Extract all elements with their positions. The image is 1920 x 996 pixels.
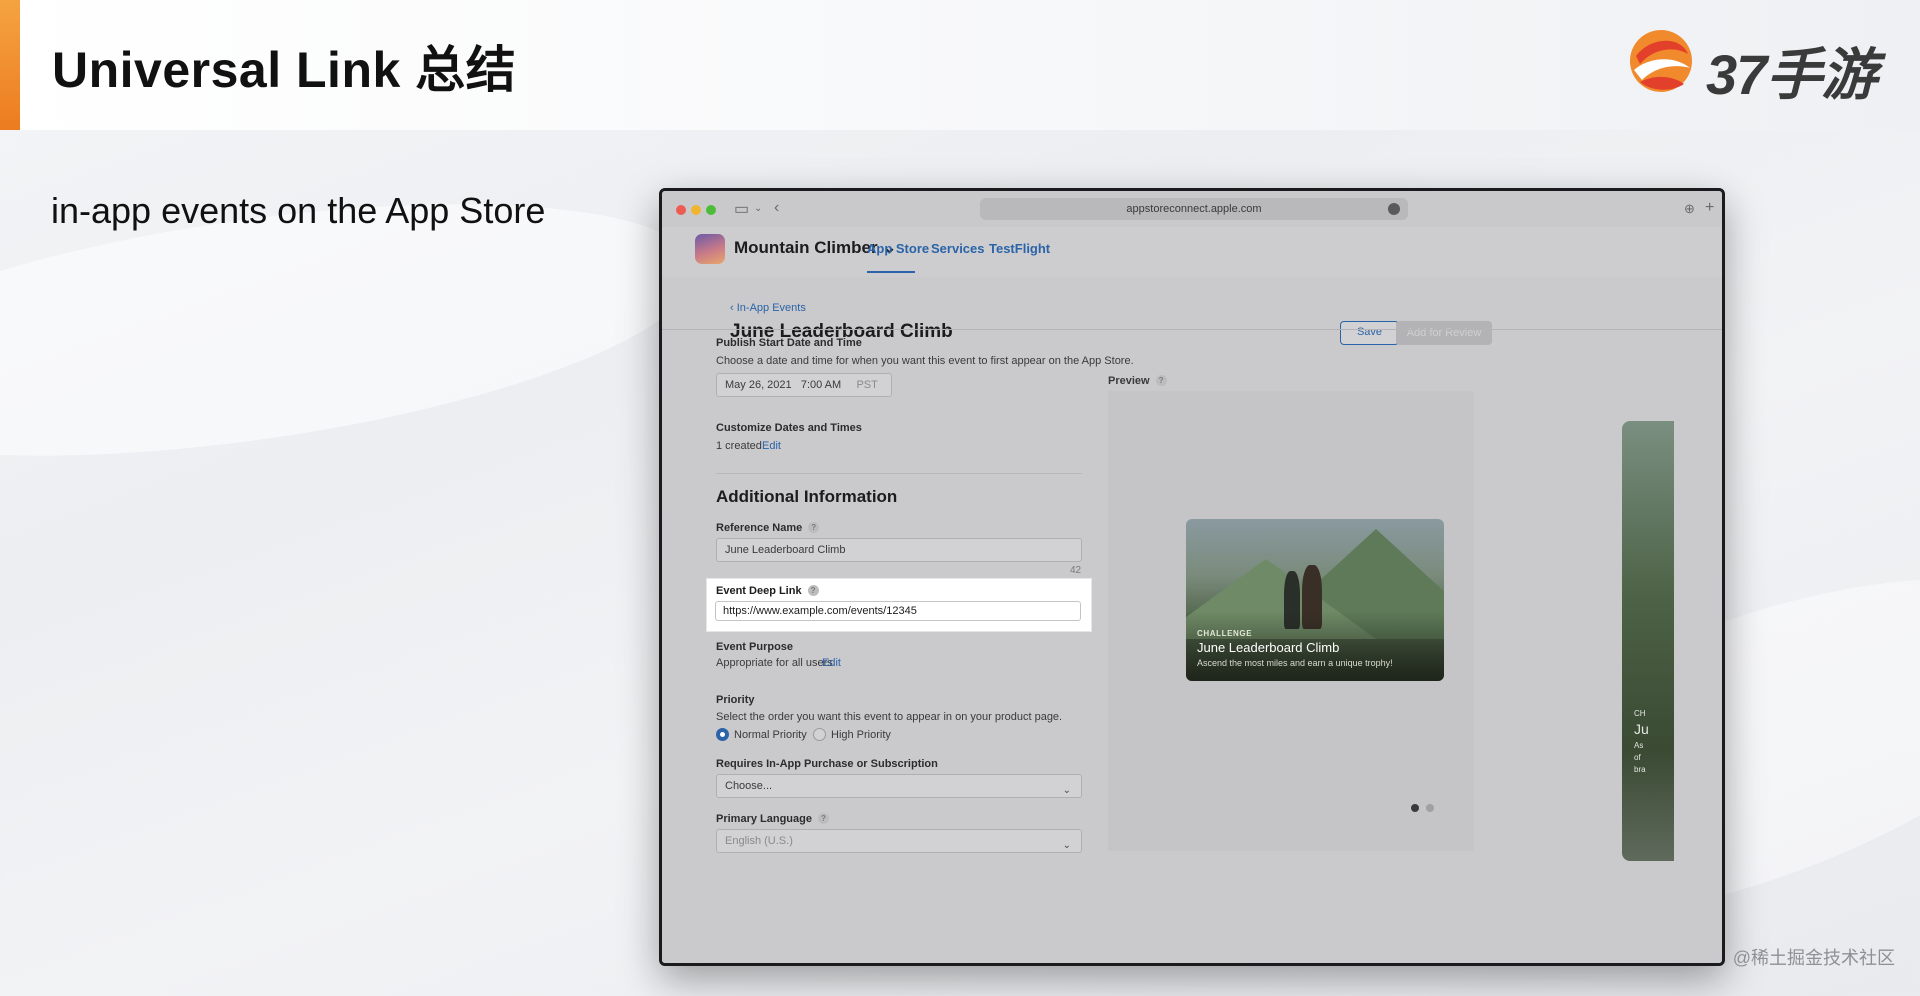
card-description: Ascend the most miles and earn a unique … xyxy=(1197,658,1393,668)
publish-start-label: Publish Start Date and Time xyxy=(716,337,862,349)
help-icon[interactable]: ? xyxy=(808,522,820,533)
publish-date-field[interactable]: May 26, 2021 7:00 AM PST xyxy=(716,373,892,397)
side-card-eyebrow: CH xyxy=(1634,709,1646,718)
primary-language-select[interactable]: English (U.S.) ⌄ xyxy=(716,829,1082,853)
new-tab-icon[interactable]: + xyxy=(1705,199,1714,217)
customize-dates-label: Customize Dates and Times xyxy=(716,422,862,434)
side-card-title: Ju xyxy=(1634,721,1649,737)
priority-description: Select the order you want this event to … xyxy=(716,711,1063,723)
section-divider xyxy=(716,473,1082,474)
event-deep-link-field[interactable]: https://www.example.com/events/12345 xyxy=(715,601,1081,621)
browser-toolbar: ▭ ⌄ ‹ appstoreconnect.apple.com ⊕ + xyxy=(662,191,1722,227)
tab-app-store[interactable]: App Store xyxy=(867,241,929,256)
card-eyebrow: CHALLENGE xyxy=(1197,629,1253,638)
browser-window: ▭ ⌄ ‹ appstoreconnect.apple.com ⊕ + Moun… xyxy=(659,188,1725,966)
chevron-down-icon: ⌄ xyxy=(1062,840,1071,851)
save-button[interactable]: Save xyxy=(1340,321,1399,345)
add-for-review-button[interactable]: Add for Review xyxy=(1396,321,1492,345)
requires-purchase-label: Requires In-App Purchase or Subscription xyxy=(716,758,938,770)
breadcrumb[interactable]: ‹ In-App Events xyxy=(730,302,806,314)
header-divider xyxy=(662,329,1722,330)
more-options-icon[interactable] xyxy=(1388,203,1400,215)
tab-services[interactable]: Services xyxy=(931,241,985,256)
event-card-preview[interactable]: CHALLENGE June Leaderboard Climb Ascend … xyxy=(1186,519,1444,681)
customize-dates-edit-link[interactable]: Edit xyxy=(762,440,781,452)
download-icon[interactable]: ⊕ xyxy=(1684,201,1695,217)
address-bar[interactable]: appstoreconnect.apple.com xyxy=(980,198,1408,220)
priority-label: Priority xyxy=(716,694,755,706)
close-window-button[interactable] xyxy=(676,205,686,215)
brand-logo: 37手游 xyxy=(1626,26,1886,106)
watermark: @稀土掘金技术社区 xyxy=(1732,948,1895,968)
minimize-window-button[interactable] xyxy=(691,205,701,215)
reference-name-field[interactable]: June Leaderboard Climb xyxy=(716,538,1082,562)
sidebar-toggle-icon[interactable]: ▭ xyxy=(734,199,749,219)
side-card-line: As xyxy=(1634,741,1644,750)
help-icon[interactable]: ? xyxy=(817,813,829,824)
chevron-down-icon[interactable]: ⌄ xyxy=(754,203,762,214)
event-purpose-value: Appropriate for all users xyxy=(716,657,833,669)
page-dot-active[interactable] xyxy=(1411,804,1419,812)
slide-subtitle: in-app events on the App Store xyxy=(51,190,546,231)
logo-text: 37手游 xyxy=(1706,43,1877,106)
side-card-line: of xyxy=(1634,753,1641,762)
event-deep-link-label: Event Deep Link? xyxy=(716,585,819,597)
requires-purchase-select[interactable]: Choose... ⌄ xyxy=(716,774,1082,798)
tab-testflight[interactable]: TestFlight xyxy=(989,241,1050,256)
zoom-window-button[interactable] xyxy=(706,205,716,215)
help-icon[interactable]: ? xyxy=(807,585,819,596)
slide-title: Universal Link 总结 xyxy=(52,42,517,98)
page-content: ‹ In-App Events June Leaderboard Climb S… xyxy=(662,277,1722,963)
preview-label: Preview? xyxy=(1108,375,1167,387)
side-card-line: bra xyxy=(1634,765,1646,774)
accent-bar xyxy=(0,0,20,130)
high-priority-radio[interactable] xyxy=(813,728,826,741)
event-purpose-label: Event Purpose xyxy=(716,641,794,653)
publish-start-description: Choose a date and time for when you want… xyxy=(716,355,1134,367)
back-arrow-icon[interactable]: ‹ xyxy=(774,199,779,217)
event-card-preview-next[interactable]: CH Ju As of bra xyxy=(1622,421,1674,861)
chevron-down-icon: ⌄ xyxy=(1062,785,1071,796)
normal-priority-radio[interactable] xyxy=(716,728,729,741)
reference-name-label: Reference Name? xyxy=(716,522,820,534)
normal-priority-label: Normal Priority xyxy=(734,729,807,741)
card-title: June Leaderboard Climb xyxy=(1197,640,1340,655)
customize-dates-value: 1 created xyxy=(716,440,762,452)
event-deep-link-highlight: Event Deep Link? https://www.example.com… xyxy=(707,579,1091,631)
character-counter: 42 xyxy=(1070,565,1082,576)
address-url: appstoreconnect.apple.com xyxy=(1126,203,1262,215)
app-icon xyxy=(695,234,725,264)
help-icon[interactable]: ? xyxy=(1155,375,1167,386)
primary-language-label: Primary Language? xyxy=(716,813,829,825)
app-navigation: Mountain Climber ⌄ App Store Services Te… xyxy=(662,227,1722,277)
additional-information-heading: Additional Information xyxy=(716,487,898,506)
active-tab-indicator xyxy=(867,271,915,273)
page-dot[interactable] xyxy=(1426,804,1434,812)
swirl-logo-icon xyxy=(1630,30,1692,92)
event-purpose-edit-link[interactable]: Edit xyxy=(822,657,841,669)
high-priority-label: High Priority xyxy=(831,729,891,741)
